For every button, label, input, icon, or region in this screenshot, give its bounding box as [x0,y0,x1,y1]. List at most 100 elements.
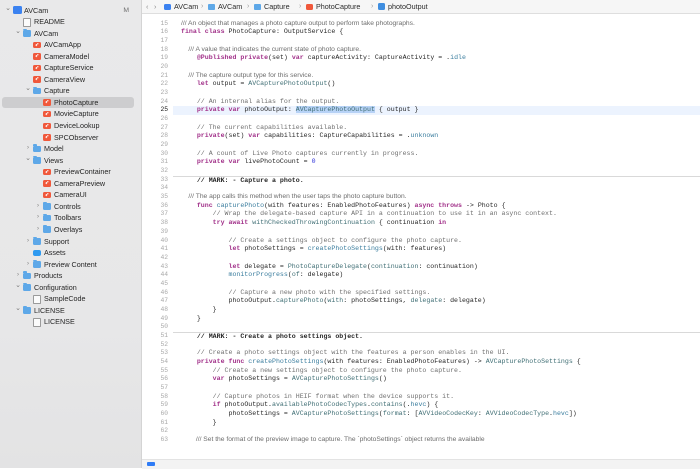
disclosure-closed-icon[interactable]: › [34,201,42,213]
line-number: 57 [160,384,168,392]
navigator-item[interactable]: ⌄ AVCam [0,28,141,40]
line-number: 52 [160,340,168,348]
navigator-item[interactable]: LICENSE [0,316,141,328]
navigator-item[interactable]: › Preview Content [0,259,141,271]
code-editor[interactable]: /// An object that manages a photo captu… [173,14,700,459]
navigator-item[interactable]: ➶ DeviceLookup [0,120,141,132]
navigator-item[interactable]: › Controls [0,201,141,213]
navigator-item[interactable]: › Model [0,143,141,155]
code-token: (with features: [323,358,387,366]
breadcrumb-item[interactable]: AVCam [218,0,242,13]
code-token: photoSettings = [181,410,292,418]
code-line[interactable]: private(set) var capabilities: CaptureCa… [181,132,438,141]
disclosure-open-icon[interactable]: ⌄ [14,26,22,38]
code-token: } [181,418,217,426]
code-line[interactable]: // Create a new settings object to confi… [181,367,462,376]
swift-file-icon: ➶ [43,122,51,129]
code-line[interactable]: private var livePhotoCount = 0 [181,158,316,167]
code-line[interactable]: // Capture a new photo with the specifie… [181,289,430,298]
code-line[interactable]: private func createPhotoSettings(with fe… [181,358,581,367]
breadcrumb-item[interactable]: Capture [264,0,290,13]
code-token: // Capture a new photo with the specifie… [181,288,431,296]
code-token: private var [181,158,245,166]
code-line[interactable]: final class PhotoCapture: OutputService … [181,28,343,37]
navigator-item-label: AVCam [24,5,49,15]
code-line[interactable]: photoSettings = AVCapturePhotoSettings(f… [181,410,576,419]
navigator-item[interactable]: ⌄ AVCam M [0,5,141,17]
disclosure-open-icon[interactable]: ⌄ [14,303,22,315]
code-line[interactable]: // Capture photos in HEIF format when th… [181,393,454,402]
disclosure-closed-icon[interactable]: › [24,236,32,248]
code-line[interactable]: let delegate = PhotoCaptureDelegate(cont… [181,262,477,272]
disclosure-closed-icon[interactable]: › [34,212,42,224]
code-token: 0 [311,158,316,166]
navigator-item[interactable]: ➶ AVCamApp [0,39,141,51]
navigator-item[interactable]: ➶ CameraModel [0,51,141,63]
navigator-item[interactable]: › Support [0,236,141,248]
code-line[interactable]: try await withCheckedThrowingContinuatio… [181,219,447,228]
code-line[interactable]: @Published private(set) var captureActiv… [181,54,466,63]
breadcrumb-item[interactable]: AVCam [174,0,198,13]
navigator-item[interactable]: ➶ PhotoCapture [2,96,134,109]
code-line[interactable]: let output = AVCapturePhotoOutput() [181,80,336,89]
code-line[interactable]: // A count of Live Photo captures curren… [181,150,419,159]
breadcrumb-item[interactable]: PhotoCapture [316,0,360,13]
code-line[interactable]: // Wrap the delegate-based capture API i… [181,210,557,219]
chevron-left-icon[interactable]: ‹ [146,0,148,13]
navigator-item-label: Preview Content [44,259,97,269]
navigator-item[interactable]: ➶ CameraPreview [0,178,141,190]
code-line[interactable]: func capturePhoto(with features: Enabled… [181,202,506,211]
code-line[interactable]: // Create a photo settings object with t… [181,349,510,358]
code-line[interactable]: private var photoOutput: AVCapturePhotoO… [173,106,700,115]
code-line[interactable]: /// A value that indicates the current s… [181,46,361,55]
breadcrumb-item[interactable]: photoOutput [388,0,428,13]
chevron-right-icon[interactable]: › [154,0,156,13]
disclosure-open-icon[interactable]: ⌄ [14,280,22,292]
code-line[interactable]: if photoOutput.availablePhotoCodecTypes.… [181,401,439,410]
code-line[interactable]: // MARK: - Capture a photo. [173,175,700,186]
navigator-item[interactable]: ➶ MovieCapture [0,108,141,120]
code-line[interactable]: // Create a settings object to configure… [181,237,461,246]
code-line[interactable]: } [181,419,217,428]
navigator-item[interactable]: ➶ CameraView [0,74,141,86]
disclosure-open-icon[interactable]: ⌄ [4,3,12,15]
swift-file-icon: ➶ [43,191,51,199]
code-token: = [275,262,288,270]
line-number-gutter: 15 16 17 18 19 20 21 22 23 24 25 26 27 28 29 30 31 32 33 34… [142,14,172,459]
line-number: 61 [160,418,168,426]
scrollbar-thumb[interactable] [147,461,155,466]
code-line[interactable]: /// The capture output type for this ser… [181,72,313,81]
code-token: : [ [406,410,419,418]
code-token: AVVideoCodecType [485,410,550,418]
code-line[interactable]: /// Set the format of the preview image … [181,436,485,445]
code-line[interactable]: } [181,315,201,324]
disclosure-closed-icon[interactable]: › [24,259,32,271]
code-line[interactable]: } [181,306,217,315]
code-line[interactable]: /// An object that manages a photo captu… [181,20,415,29]
code-line[interactable]: // The current capabilities available. [181,124,347,133]
navigator-item[interactable]: › Toolbars [0,212,141,224]
disclosure-open-icon[interactable]: ⌄ [24,83,32,95]
code-line[interactable]: /// The app calls this method when the u… [181,193,406,202]
swift-file-icon: ➶ [33,41,41,49]
line-number: 40 [160,236,168,244]
navigator-item[interactable]: ➶ SPCObserver [0,132,141,144]
navigator-item[interactable]: › Overlays [0,224,141,236]
navigator-item[interactable]: ⌄ Capture [0,85,141,97]
code-line[interactable]: let photoSettings = createPhotoSettings(… [181,245,446,254]
navigator-item[interactable]: ➶ PreviewContainer [0,166,141,178]
navigator-item[interactable]: ➶ CameraUI [0,189,141,201]
code-line[interactable]: // An internal alias for the output. [181,98,339,107]
code-line[interactable]: var photoSettings = AVCapturePhotoSettin… [181,375,387,384]
disclosure-closed-icon[interactable]: › [34,224,42,236]
navigator-item[interactable]: ⌄ LICENSE [0,305,141,317]
code-token: createPhotoSettings [307,245,383,253]
navigator-item[interactable]: ⌄ Views [0,155,141,167]
navigator-item[interactable]: ⌄ Configuration [0,282,141,294]
code-line[interactable]: monitorProgress(of: delegate) [181,271,343,280]
navigator-item[interactable]: ➶ CaptureService [0,62,141,74]
code-line[interactable]: photoOutput.capturePhoto(with: photoSett… [181,297,485,306]
code-line[interactable]: // MARK: - Create a photo settings objec… [173,331,700,342]
disclosure-open-icon[interactable]: ⌄ [24,153,32,165]
navigator-item[interactable]: Assets [0,247,141,259]
